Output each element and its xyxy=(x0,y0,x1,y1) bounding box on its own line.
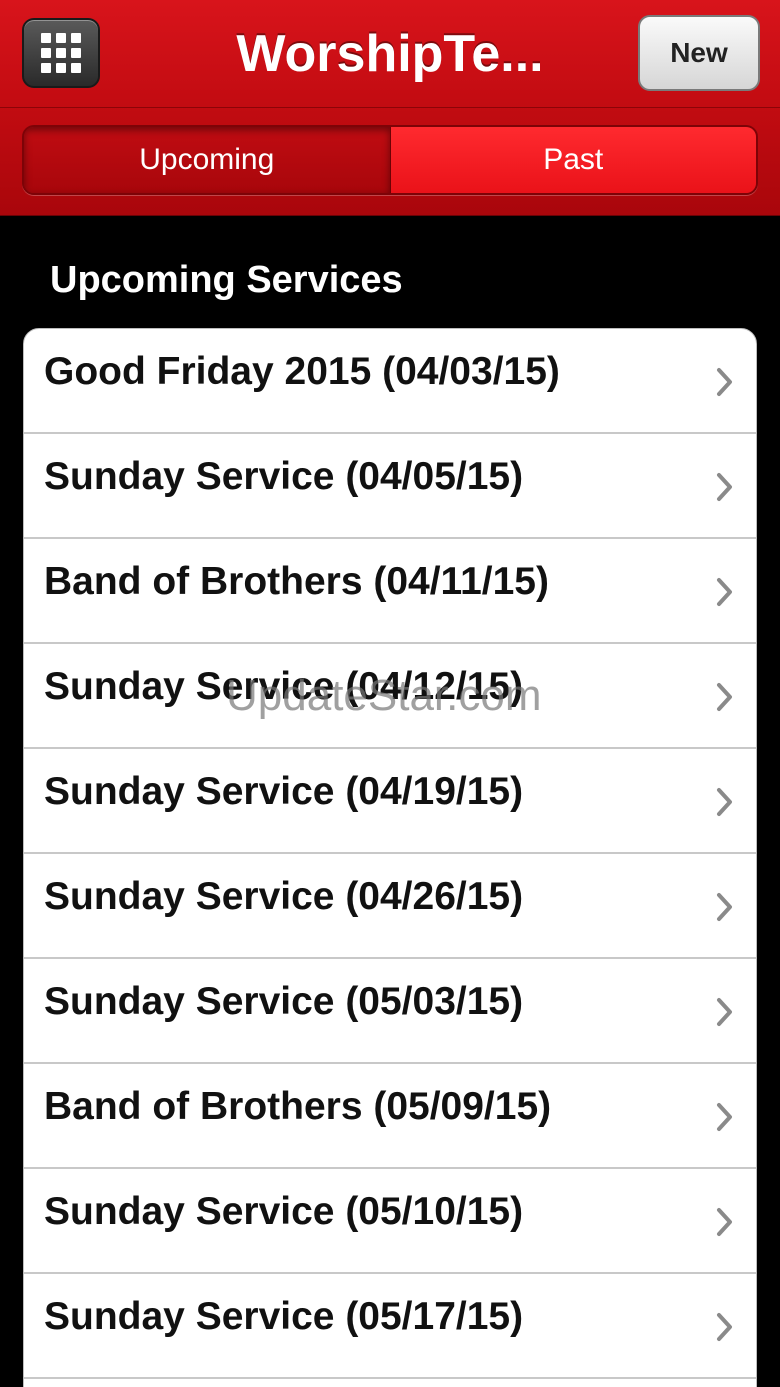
chevron-right-icon xyxy=(717,368,732,396)
services-list: Good Friday 2015 (04/03/15) Sunday Servic… xyxy=(23,328,757,1387)
chevron-right-icon xyxy=(717,1208,732,1236)
chevron-right-icon xyxy=(717,788,732,816)
tab-past[interactable]: Past xyxy=(390,127,756,193)
new-button[interactable]: New xyxy=(638,15,760,91)
list-item-label: Band of Brothers (05/09/15) xyxy=(44,1085,552,1128)
list-item-label: Sunday Service (04/26/15) xyxy=(44,875,524,918)
grid-icon xyxy=(41,33,81,73)
list-item-label: Sunday Service (05/10/15) xyxy=(44,1190,524,1233)
list-item-label: Sunday Service (05/17/15) xyxy=(44,1295,524,1338)
list-item[interactable]: Band of Brothers (04/11/15) xyxy=(24,539,756,644)
list-item[interactable]: Band of Brothers (05/09/15) xyxy=(24,1064,756,1169)
list-item-label: Sunday Service (04/05/15) xyxy=(44,455,524,498)
list-item-label: Band of Brothers (04/11/15) xyxy=(44,560,549,603)
list-item-label: Sunday Service (05/03/15) xyxy=(44,980,524,1023)
list-item[interactable]: Sunday Service (05/03/15) xyxy=(24,959,756,1064)
list-item[interactable]: Sunday Service (04/26/15) xyxy=(24,854,756,959)
segmented-control: Upcoming Past xyxy=(22,125,758,195)
list-item-label: Sunday Service (04/19/15) xyxy=(44,770,524,813)
chevron-right-icon xyxy=(717,893,732,921)
page-title: WorshipTe... xyxy=(236,25,544,83)
menu-button[interactable] xyxy=(22,18,100,88)
nav-bar: WorshipTe... New Upcoming Past xyxy=(0,0,780,216)
chevron-right-icon xyxy=(717,473,732,501)
chevron-right-icon xyxy=(717,578,732,606)
list-item[interactable]: Good Friday 2015 (04/03/15) xyxy=(24,329,756,434)
list-item[interactable]: Sunday Service (04/19/15) xyxy=(24,749,756,854)
chevron-right-icon xyxy=(717,1103,732,1131)
section-title: Upcoming Services xyxy=(50,259,403,301)
list-item[interactable]: Sunday Service (04/05/15) xyxy=(24,434,756,539)
nav-bar-top: WorshipTe... New xyxy=(0,0,780,108)
list-item[interactable]: Sunday Service (05/17/15) xyxy=(24,1274,756,1379)
tab-upcoming[interactable]: Upcoming xyxy=(24,127,391,193)
watermark: UpdateStar.com xyxy=(226,671,542,720)
list-item[interactable]: Sunday Service (05/10/15) xyxy=(24,1169,756,1274)
chevron-right-icon xyxy=(717,683,732,711)
chevron-right-icon xyxy=(717,998,732,1026)
chevron-right-icon xyxy=(717,1313,732,1341)
list-item-label: Good Friday 2015 (04/03/15) xyxy=(44,350,560,393)
